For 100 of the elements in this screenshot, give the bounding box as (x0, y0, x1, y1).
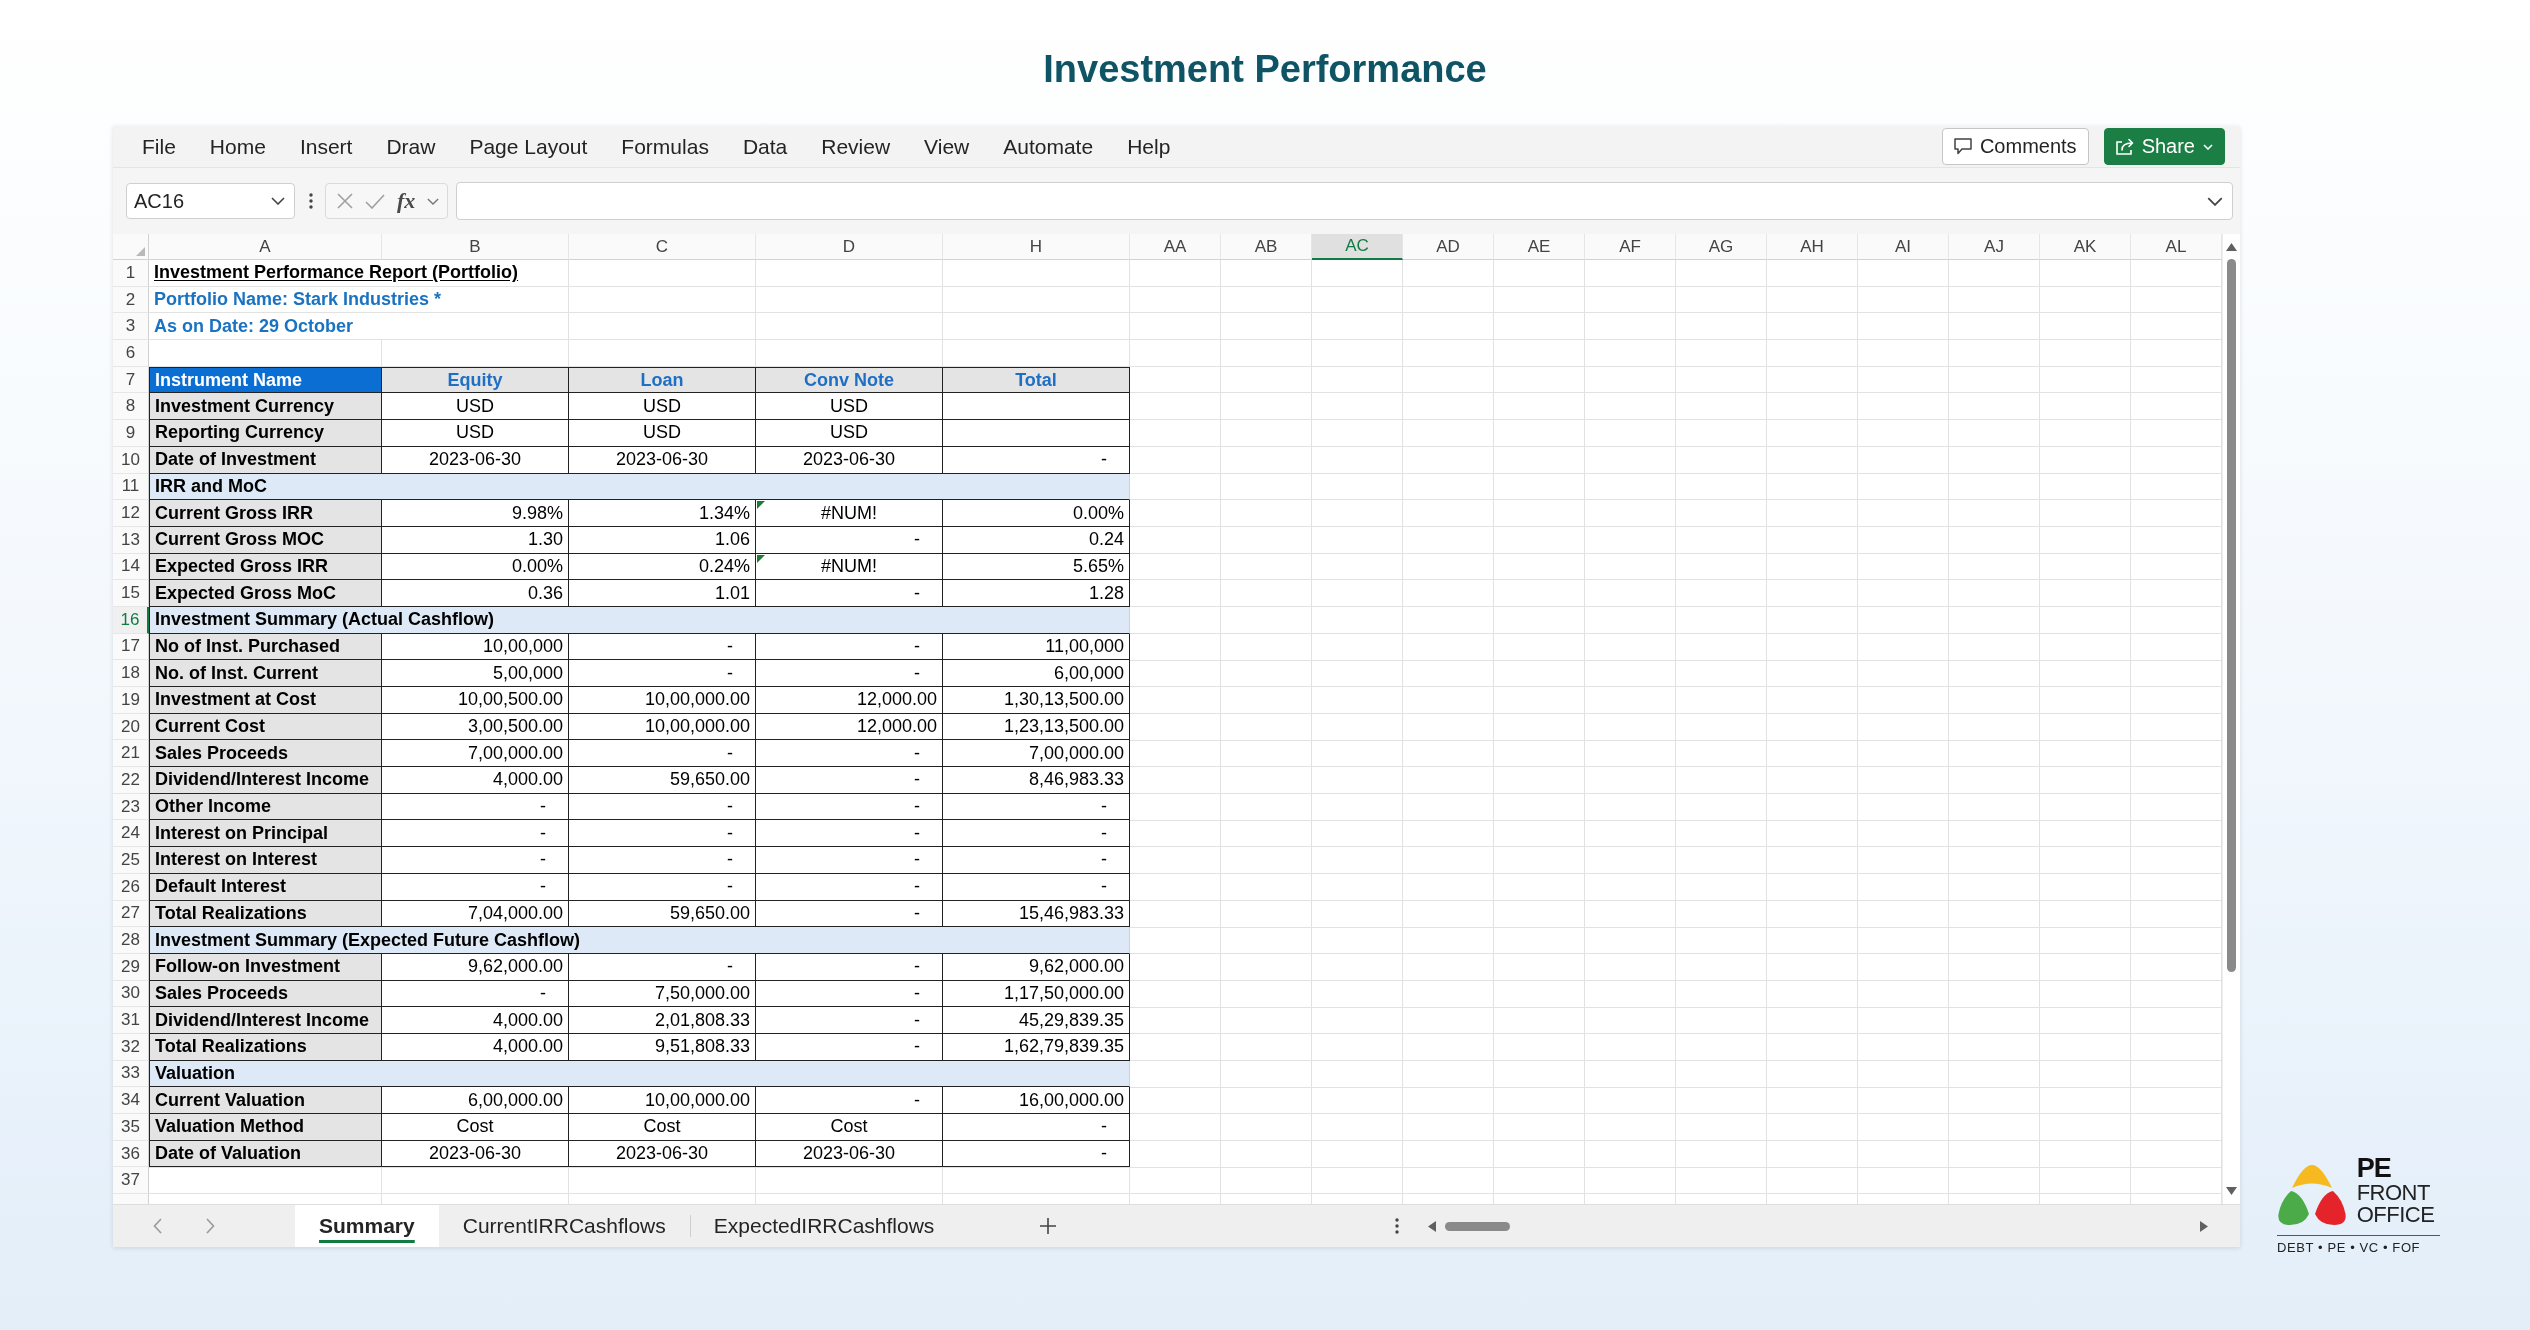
sheet-tab[interactable]: CurrentIRRCashflows (438, 1205, 690, 1247)
column-header: AF (1585, 234, 1676, 260)
table-header-cell: Equity (382, 366, 569, 394)
table-cell: 5.65% (943, 553, 1130, 581)
row-label: Current Gross MOC (149, 526, 382, 554)
menu-item[interactable]: Home (209, 134, 266, 159)
comment-icon (1953, 138, 1972, 155)
formula-input[interactable] (456, 182, 2233, 220)
row-label: Expected Gross IRR (149, 553, 382, 581)
plus-icon (1039, 1217, 1058, 1235)
table-cell: - (382, 820, 569, 848)
logo-text: OFFICE (2356, 1204, 2435, 1226)
table-header-cell: Instrument Name (149, 366, 382, 394)
comments-button[interactable]: Comments (1941, 128, 2089, 165)
table-cell: 7,04,000.00 (382, 900, 569, 928)
row-label: Reporting Currency (149, 420, 382, 447)
table-cell: 4,000.00 (382, 767, 569, 794)
scrollbar-thumb[interactable] (2227, 259, 2236, 972)
table-cell: 0.36 (382, 580, 569, 607)
share-button[interactable]: Share (2103, 128, 2225, 165)
menu-item[interactable]: Insert (299, 134, 353, 159)
table-cell: 1.01 (569, 580, 756, 607)
row-label: Default Interest (149, 873, 382, 901)
table-cell: USD (569, 393, 756, 421)
table-cell: 2,01,808.33 (569, 1007, 756, 1034)
logo-title: PE (2356, 1155, 2391, 1182)
table-cell: 12,000.00 (756, 687, 943, 714)
menu-item[interactable]: File (142, 134, 176, 159)
menu-item[interactable]: Automate (1003, 134, 1094, 159)
column-header: AK (2040, 234, 2131, 260)
table-cell: 16,00,000.00 (943, 1087, 1130, 1114)
chevron-right-icon (205, 1218, 215, 1234)
table-cell: - (756, 1007, 943, 1034)
table-cell: 9,62,000.00 (382, 953, 569, 981)
table-cell: - (756, 900, 943, 928)
more-options-icon (309, 193, 313, 209)
table-cell: - (756, 580, 943, 607)
menu-item[interactable]: Help (1127, 134, 1171, 159)
column-header: AG (1676, 234, 1767, 260)
menu-item[interactable]: Review (821, 134, 891, 159)
chevron-down-icon (271, 197, 285, 205)
function-button[interactable]: fx (397, 190, 416, 212)
table-cell: 7,00,000.00 (943, 740, 1130, 768)
table-cell: USD (569, 420, 756, 447)
table-cell: - (943, 1114, 1130, 1141)
column-header: AA (1130, 234, 1221, 260)
table-cell: 10,00,000 (382, 633, 569, 661)
menu-item[interactable]: Draw (386, 134, 436, 159)
menu-item[interactable]: Data (742, 134, 788, 159)
table-cell: - (943, 873, 1130, 901)
menu-item[interactable]: Page Layout (469, 134, 588, 159)
table-cell: 9,51,808.33 (569, 1033, 756, 1061)
row-label: Date of Investment (149, 446, 382, 474)
column-header: B (382, 234, 569, 260)
section-header: Valuation (149, 1060, 1130, 1088)
column-header: AD (1403, 234, 1494, 260)
column-header: AJ (1949, 234, 2040, 260)
table-cell: - (382, 980, 569, 1008)
row-label: Interest on Principal (149, 820, 382, 848)
table-cell: 9.98% (382, 500, 569, 527)
table-cell: USD (756, 393, 943, 421)
table-cell: - (943, 847, 1130, 874)
table-cell: 10,00,000.00 (569, 687, 756, 714)
section-header: Investment Summary (Expected Future Cashflow) (149, 927, 1130, 954)
row-label: Sales Proceeds (149, 740, 382, 768)
table-cell: - (756, 847, 943, 874)
triangle-left-icon (1428, 1220, 1436, 1232)
scrollbar-thumb[interactable] (1445, 1221, 1510, 1231)
table-cell: 3,00,500.00 (382, 713, 569, 741)
table-header-cell: Total (943, 366, 1130, 394)
row-label: Investment at Cost (149, 687, 382, 714)
sheet-tab[interactable]: Summary (295, 1205, 439, 1247)
table-cell: 59,650.00 (569, 900, 756, 928)
row-label: No of Inst. Purchased (149, 633, 382, 661)
table-cell: USD (382, 420, 569, 447)
row-label: Expected Gross MoC (149, 580, 382, 607)
triangle-right-icon (2200, 1220, 2208, 1232)
cross-icon (337, 193, 353, 209)
table-cell: - (756, 1033, 943, 1061)
chevron-down-icon (2207, 196, 2223, 206)
table-cell: 1,23,13,500.00 (943, 713, 1130, 741)
table-cell: - (756, 820, 943, 848)
table-cell: - (943, 1140, 1130, 1168)
table-cell: - (756, 793, 943, 821)
section-header: IRR and MoC (149, 473, 1130, 501)
table-cell: 7,50,000.00 (569, 980, 756, 1008)
table-cell: 2023-06-30 (569, 1140, 756, 1168)
row-label: Current Valuation (149, 1087, 382, 1114)
menu-item[interactable]: View (924, 134, 970, 159)
table-cell: - (569, 847, 756, 874)
row-label: Current Cost (149, 713, 382, 741)
table-cell: #NUM! (756, 553, 943, 581)
page-title: Investment Performance (1043, 47, 1487, 91)
check-icon (365, 193, 385, 209)
menu-item[interactable]: Formulas (621, 134, 709, 159)
table-cell: 6,00,000.00 (382, 1087, 569, 1114)
column-header: A (149, 234, 382, 260)
column-header: AH (1767, 234, 1858, 260)
chevron-down-icon (427, 197, 440, 205)
name-box[interactable]: AC16 (126, 183, 295, 219)
